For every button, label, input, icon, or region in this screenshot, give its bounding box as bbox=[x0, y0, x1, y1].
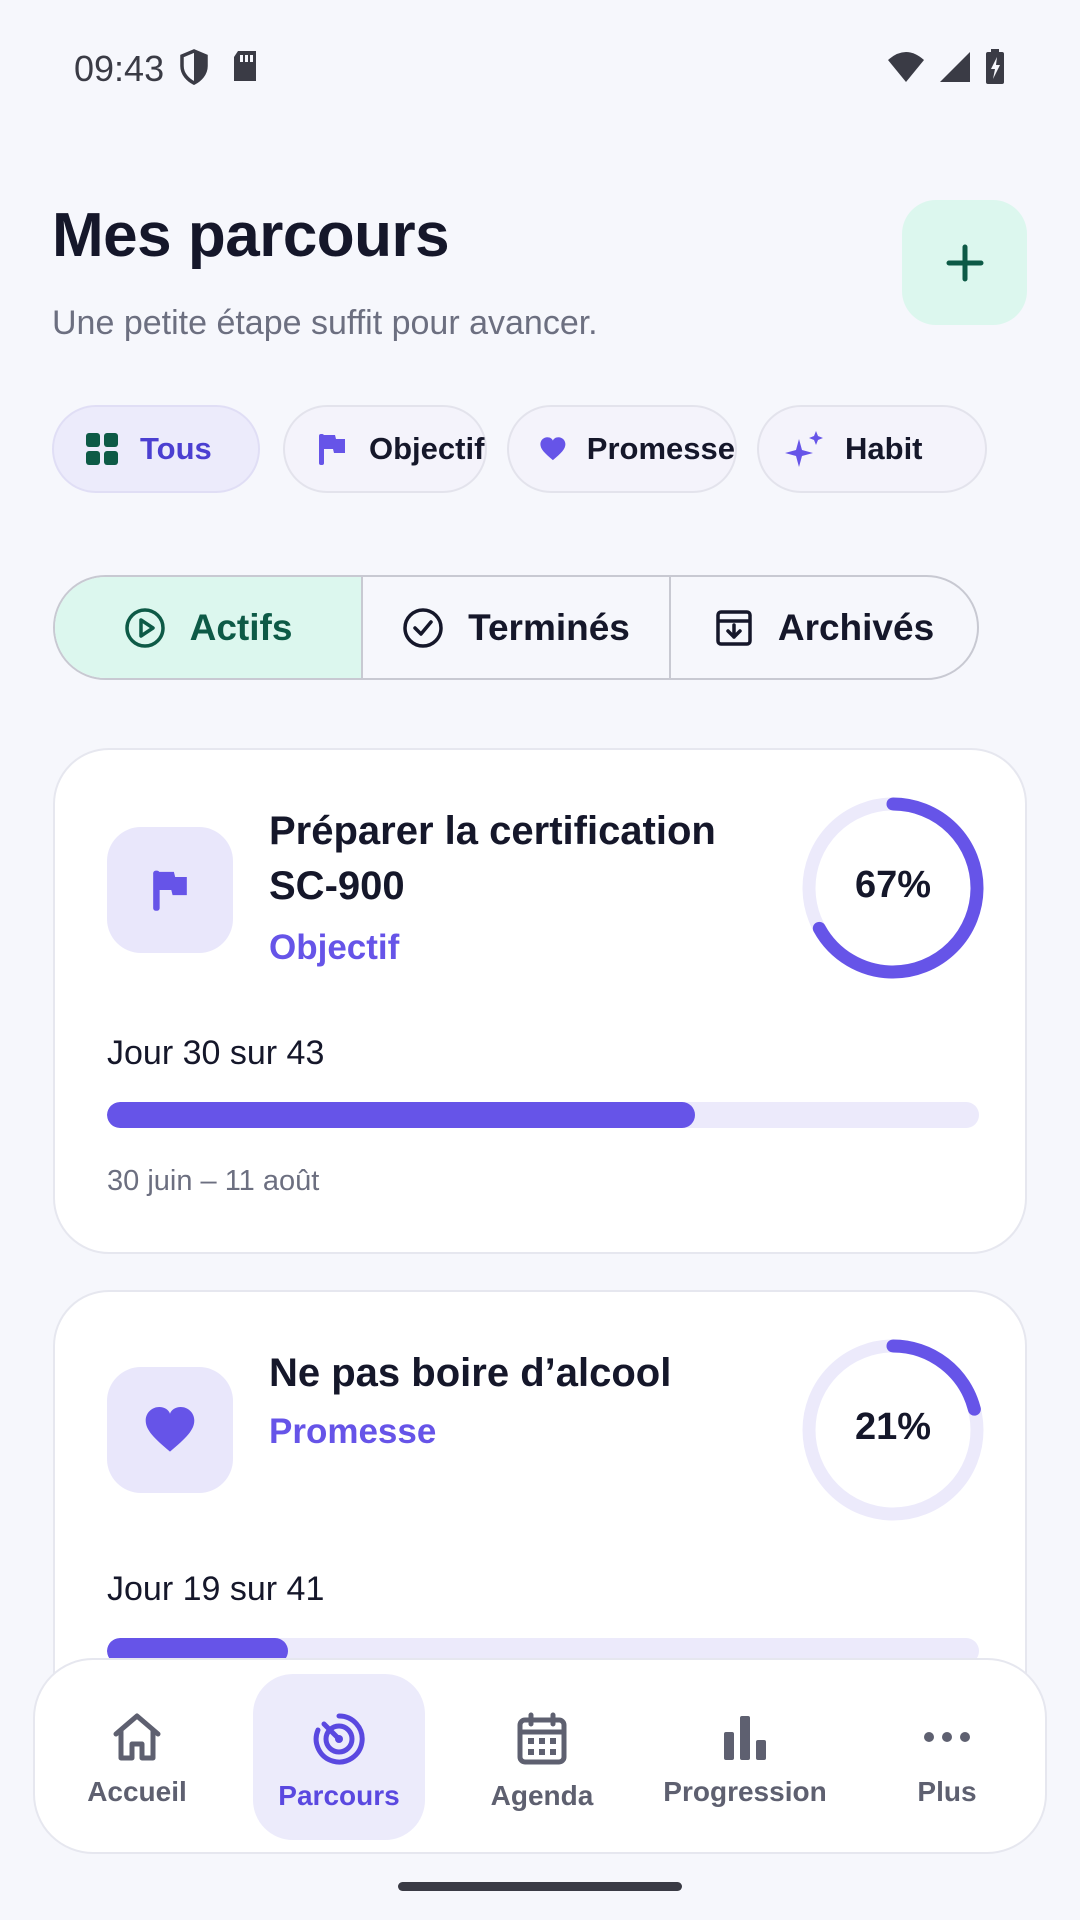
journey-type-icon bbox=[107, 827, 233, 953]
journey-title: Préparer la certification SC-900 bbox=[269, 809, 716, 908]
calendar-icon bbox=[517, 1712, 567, 1765]
date-range: 30 juin – 11 août bbox=[107, 1165, 320, 1197]
filter-chips: Tous Objectif Promesse Habit bbox=[52, 405, 1027, 495]
status-time: 09:43 bbox=[74, 48, 165, 89]
nav-plus[interactable]: Plus bbox=[861, 1674, 1033, 1840]
heart-icon bbox=[145, 1407, 195, 1452]
sparkles-icon bbox=[785, 431, 823, 467]
grid-icon bbox=[86, 433, 118, 465]
signal-icon bbox=[940, 52, 970, 82]
page-title: Mes parcours bbox=[52, 201, 450, 270]
play-circle-icon bbox=[124, 607, 165, 648]
day-progress-fill bbox=[107, 1102, 695, 1128]
progress-percent: 67% bbox=[854, 864, 932, 906]
tab-actifs[interactable]: Actifs bbox=[55, 577, 361, 678]
journey-type: Objectif bbox=[269, 928, 400, 967]
nav-progression[interactable]: Progression bbox=[659, 1674, 831, 1840]
nav-label: Parcours bbox=[278, 1780, 400, 1811]
tab-archives[interactable]: Archivés bbox=[669, 577, 977, 678]
chip-label: Promesse bbox=[586, 431, 735, 466]
archive-icon bbox=[716, 609, 752, 646]
tab-label: Terminés bbox=[468, 606, 630, 648]
chip-label: Objectif bbox=[369, 431, 485, 466]
flag-icon bbox=[153, 870, 187, 911]
tab-termines[interactable]: Terminés bbox=[361, 577, 669, 678]
nav-label: Progression bbox=[663, 1776, 827, 1807]
chip-label: Tous bbox=[140, 431, 212, 466]
chip-tous[interactable]: Tous bbox=[52, 405, 260, 493]
heart-icon bbox=[540, 437, 566, 461]
journey-type-icon bbox=[107, 1367, 233, 1493]
nav-accueil[interactable]: Accueil bbox=[51, 1674, 223, 1840]
plus-icon bbox=[946, 244, 983, 281]
nav-label: Agenda bbox=[490, 1780, 594, 1811]
status-bar: 09:43 bbox=[0, 0, 1080, 135]
target-icon bbox=[313, 1713, 365, 1765]
battery-charging-icon bbox=[986, 49, 1004, 84]
nav-agenda[interactable]: Agenda bbox=[456, 1674, 628, 1840]
page-subtitle: Une petite étape suffit pour avancer. bbox=[52, 304, 598, 342]
chip-label: Habit bbox=[845, 431, 923, 466]
status-tabs: Actifs Terminés Archivés bbox=[53, 575, 979, 680]
home-icon bbox=[113, 1713, 161, 1761]
add-journey-button[interactable] bbox=[902, 200, 1027, 325]
more-icon bbox=[924, 1732, 970, 1742]
chip-objectif[interactable]: Objectif bbox=[283, 405, 487, 493]
tab-label: Archivés bbox=[777, 606, 935, 648]
check-circle-icon bbox=[403, 607, 443, 648]
nav-label: Accueil bbox=[87, 1776, 187, 1807]
day-counter: Jour 19 sur 41 bbox=[107, 1570, 325, 1608]
screen: 09:43 Mes parcours Une petite étape suff… bbox=[0, 0, 1080, 1920]
journey-title: Ne pas boire d’alcool bbox=[269, 1351, 672, 1395]
tab-label: Actifs bbox=[189, 606, 293, 648]
chip-promesse[interactable]: Promesse bbox=[507, 405, 737, 493]
journey-card[interactable]: Préparer la certification SC-900 Objecti… bbox=[53, 748, 1027, 1254]
shield-icon bbox=[180, 49, 208, 85]
day-progress-bar bbox=[107, 1102, 979, 1128]
journey-type: Promesse bbox=[269, 1412, 437, 1451]
progress-percent: 21% bbox=[854, 1406, 932, 1448]
nav-label: Plus bbox=[917, 1776, 977, 1807]
flag-icon bbox=[319, 434, 345, 465]
bar-chart-icon bbox=[724, 1716, 766, 1760]
wifi-icon bbox=[888, 52, 924, 82]
home-indicator bbox=[398, 1882, 682, 1891]
chip-habit[interactable]: Habit bbox=[757, 405, 987, 493]
nav-parcours[interactable]: Parcours bbox=[253, 1674, 425, 1840]
day-counter: Jour 30 sur 43 bbox=[107, 1034, 325, 1072]
sd-card-icon bbox=[234, 51, 256, 81]
bottom-nav: Accueil Parcours Agenda Progression Plus bbox=[33, 1658, 1047, 1854]
